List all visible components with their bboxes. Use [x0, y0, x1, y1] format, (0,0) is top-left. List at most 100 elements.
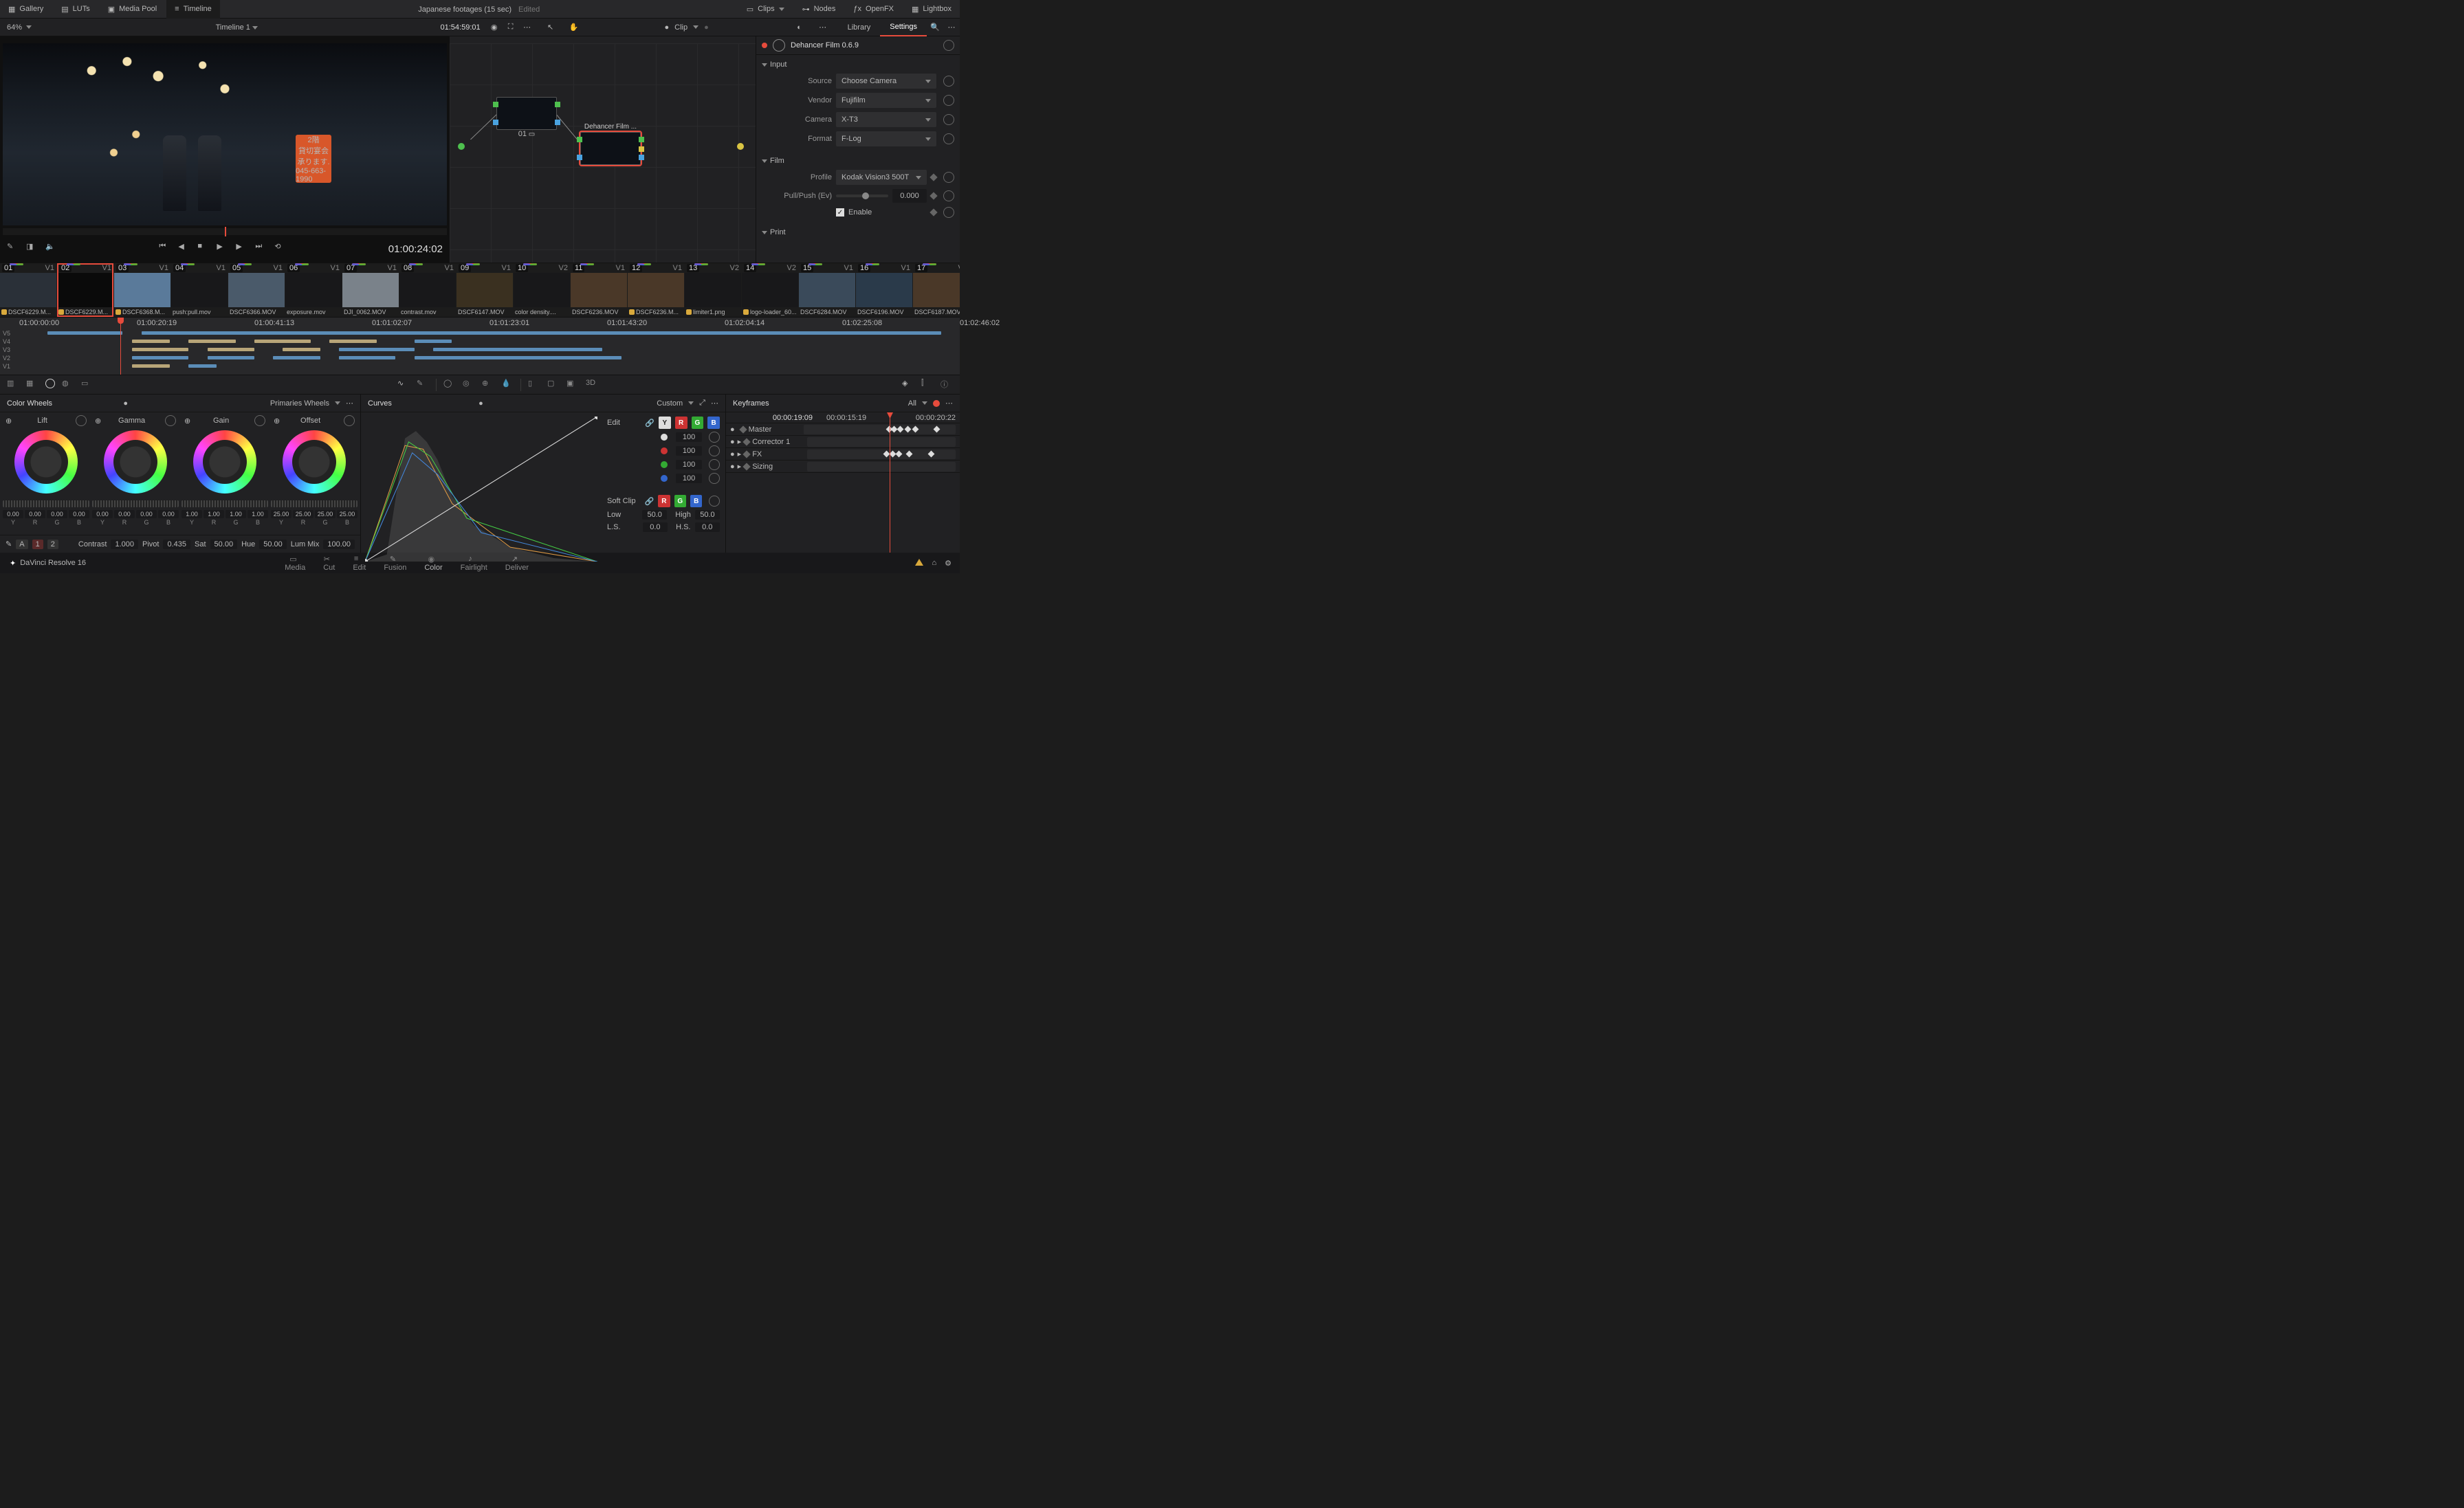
- tracking-icon[interactable]: ⊕: [482, 379, 494, 391]
- viewer-image[interactable]: 2階貸切宴会承ります.045-663-1990: [3, 43, 447, 225]
- picker-icon[interactable]: ⊕: [6, 417, 12, 425]
- format-select[interactable]: F-Log: [836, 131, 936, 146]
- link-icon[interactable]: 🔗: [644, 497, 654, 506]
- color-wheel[interactable]: [104, 430, 167, 494]
- node-dehancer[interactable]: Dehancer Film ...: [580, 123, 641, 165]
- play-icon[interactable]: ▶: [217, 242, 230, 256]
- thumbnail[interactable]: 03V1DSCF6368.M...: [114, 263, 170, 317]
- section-print[interactable]: Print: [756, 225, 960, 239]
- keyframe-diamond[interactable]: [743, 438, 751, 445]
- home-icon[interactable]: ⌂: [932, 559, 936, 568]
- wheel-value[interactable]: 0.00: [92, 510, 113, 518]
- more-icon[interactable]: ⋯: [346, 399, 353, 408]
- reset-profile[interactable]: [943, 172, 954, 183]
- qualifier-icon[interactable]: ◯: [443, 379, 456, 391]
- reset-enable[interactable]: [943, 207, 954, 218]
- keyframe-diamond[interactable]: [930, 208, 937, 216]
- expand-icon[interactable]: ▸: [738, 450, 742, 458]
- color-match-icon[interactable]: ▦: [26, 379, 38, 391]
- tab-nodes[interactable]: ⊶Nodes: [794, 0, 844, 19]
- keyframe-diamond[interactable]: [743, 463, 751, 470]
- tab-library[interactable]: Library: [838, 19, 881, 36]
- jog-wheel[interactable]: [92, 500, 179, 507]
- thumbnail[interactable]: 07V1DJI_0062.MOV: [342, 263, 399, 317]
- thumbnail[interactable]: 08V1contrast.mov: [399, 263, 456, 317]
- master-timecode[interactable]: 01:54:59:01: [435, 23, 486, 32]
- hs-value[interactable]: 0.0: [695, 522, 720, 532]
- timeline-clip[interactable]: [188, 340, 235, 343]
- step-back-icon[interactable]: ◀: [178, 242, 192, 256]
- go-end-icon[interactable]: ⏭: [255, 242, 269, 256]
- timeline-clip[interactable]: [415, 356, 622, 359]
- reset-pullpush[interactable]: [943, 190, 954, 201]
- step-fwd-icon[interactable]: ▶: [236, 242, 250, 256]
- search-icon[interactable]: 🔍: [927, 19, 943, 36]
- expand-icon[interactable]: ▸: [738, 437, 742, 446]
- node-graph[interactable]: 01 ▭ Dehancer Film ...: [450, 36, 756, 263]
- lummix-value[interactable]: 100.00: [323, 540, 355, 549]
- picker-icon[interactable]: ⊕: [274, 417, 280, 425]
- thumbnail[interactable]: 12V1DSCF6236.M...: [628, 263, 684, 317]
- tab-media-pool[interactable]: ▣Media Pool: [100, 0, 165, 19]
- magic-mask-icon[interactable]: 💧: [501, 379, 514, 391]
- wheels-icon[interactable]: [45, 379, 55, 388]
- intensity-y[interactable]: 100: [676, 432, 703, 442]
- section-input[interactable]: Input: [756, 58, 960, 71]
- reset-icon[interactable]: [165, 415, 176, 426]
- page-1[interactable]: 1: [32, 540, 43, 549]
- viewer-scrubber[interactable]: [3, 228, 447, 235]
- thumbnail[interactable]: 04V1push:pull.mov: [171, 263, 228, 317]
- highlight-icon[interactable]: ◐: [791, 19, 808, 36]
- softclip-b[interactable]: B: [690, 495, 702, 507]
- wheel-value[interactable]: 25.00: [271, 510, 292, 518]
- section-film[interactable]: Film: [756, 154, 960, 168]
- stop-icon[interactable]: ■: [197, 242, 211, 256]
- thumbnail[interactable]: 17V1DSCF6187.MOV: [913, 263, 960, 317]
- tab-luts[interactable]: ▤LUTs: [53, 0, 98, 19]
- graph-output[interactable]: [737, 143, 744, 150]
- reset-icon[interactable]: [709, 432, 720, 443]
- reset-camera[interactable]: [943, 114, 954, 125]
- tab-lightbox[interactable]: ▦Lightbox: [903, 0, 960, 19]
- reset-icon[interactable]: [709, 459, 720, 470]
- jog-wheel[interactable]: [3, 500, 89, 507]
- jog-wheel[interactable]: [182, 500, 268, 507]
- timeline-clip[interactable]: [415, 340, 452, 343]
- warning-icon[interactable]: [915, 559, 923, 566]
- thumbnail[interactable]: 10V2color density....: [514, 263, 570, 317]
- lock-icon[interactable]: ●: [730, 438, 735, 446]
- mute-icon[interactable]: 🔈: [45, 242, 59, 256]
- thumbnail[interactable]: 05V1DSCF6366.MOV: [228, 263, 285, 317]
- page-deliver[interactable]: ↗Deliver: [505, 555, 529, 572]
- channel-y[interactable]: Y: [659, 417, 671, 429]
- page-media[interactable]: ▭Media: [285, 555, 305, 572]
- reset-icon[interactable]: [344, 415, 355, 426]
- timeline-clip[interactable]: [132, 356, 188, 359]
- timeline-clip[interactable]: [329, 340, 376, 343]
- keyframe-diamond[interactable]: [930, 173, 937, 181]
- wheel-value[interactable]: 1.00: [248, 510, 268, 518]
- pivot-value[interactable]: 0.435: [163, 540, 190, 549]
- timeline-clip[interactable]: [339, 348, 414, 351]
- page-cut[interactable]: ✂Cut: [323, 555, 335, 572]
- plugin-enable-dot[interactable]: [762, 43, 767, 48]
- keyframes-icon[interactable]: ◈: [902, 379, 914, 391]
- info-icon[interactable]: ⓘ: [940, 379, 953, 391]
- softclip-r[interactable]: R: [658, 495, 670, 507]
- go-start-icon[interactable]: ⏮: [159, 242, 173, 256]
- mini-timeline[interactable]: 01:00:00:0001:00:20:1901:00:41:1301:01:0…: [0, 318, 960, 375]
- picker-icon[interactable]: ⊕: [95, 417, 101, 425]
- timeline-clip[interactable]: [208, 356, 254, 359]
- tab-timeline[interactable]: ≡Timeline: [166, 0, 220, 19]
- viewer-timecode[interactable]: 01:00:24:02: [388, 243, 443, 255]
- jog-wheel[interactable]: [271, 500, 358, 507]
- intensity-g[interactable]: 100: [676, 460, 703, 469]
- tab-clips[interactable]: ▭Clips: [738, 0, 793, 19]
- profile-select[interactable]: Kodak Vision3 500T: [836, 170, 927, 185]
- wheel-value[interactable]: 0.00: [158, 510, 179, 518]
- wheel-value[interactable]: 25.00: [337, 510, 358, 518]
- lock-icon[interactable]: ●: [730, 450, 735, 458]
- wheel-value[interactable]: 1.00: [226, 510, 246, 518]
- thumbnail[interactable]: 01V1DSCF6229.M...: [0, 263, 56, 317]
- pointer-tool[interactable]: ↖: [542, 19, 559, 36]
